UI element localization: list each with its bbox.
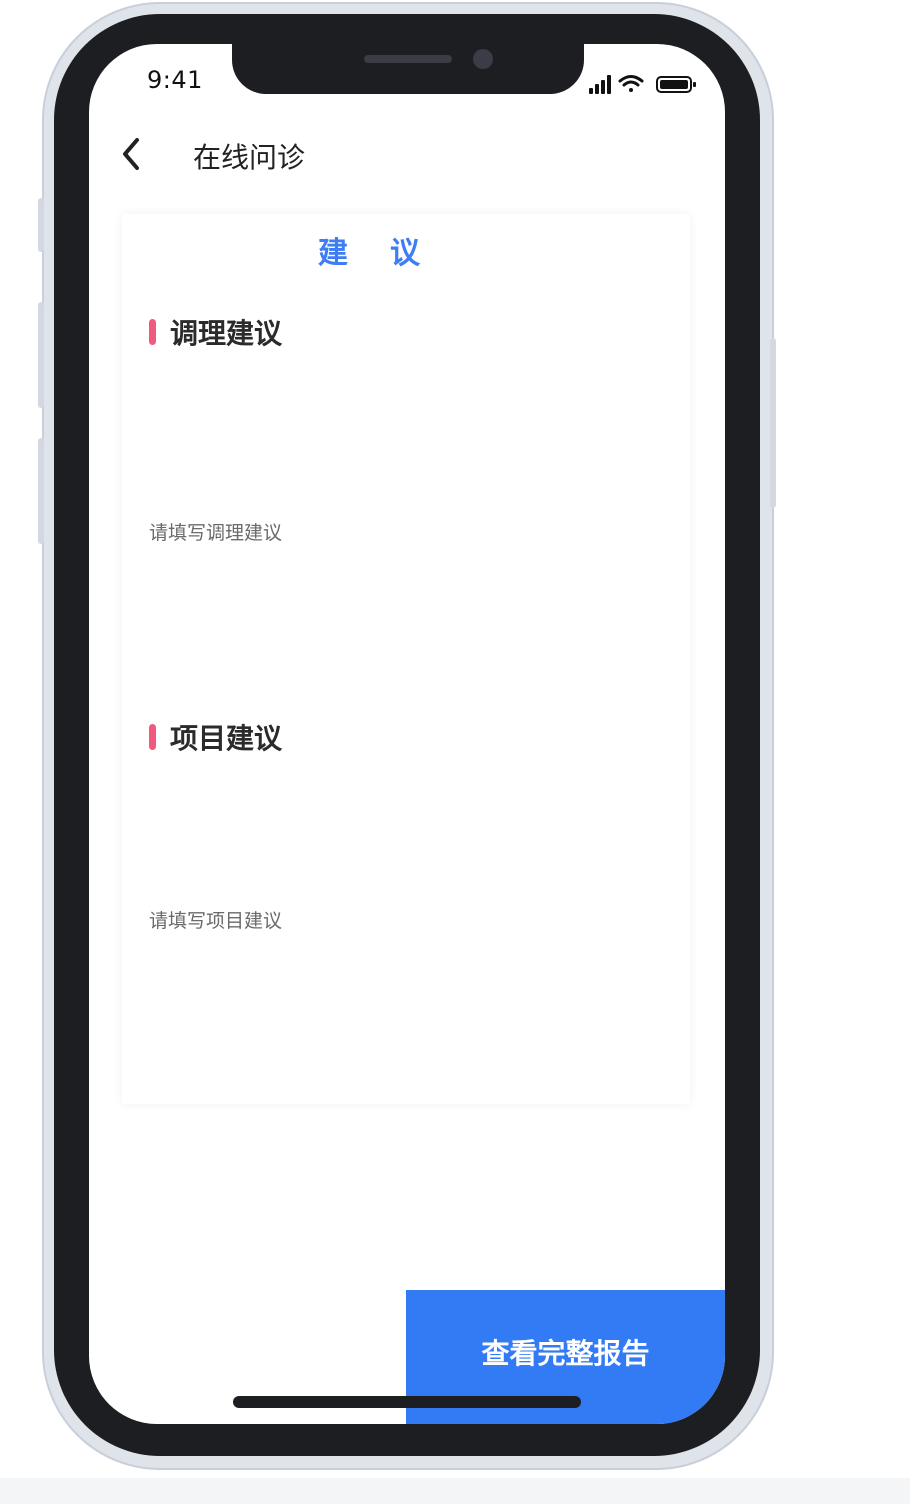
front-camera: [473, 49, 493, 69]
project-advice-input[interactable]: [149, 901, 669, 941]
wifi-icon: [618, 75, 644, 92]
speaker-grille: [364, 55, 452, 63]
cellular-signal-icon: [589, 75, 611, 94]
phone-screen: 9:41 在线问诊 建议 调理建议 项目建议 查看完整报告: [89, 44, 725, 1424]
section-title-conditioning: 调理建议: [170, 317, 283, 350]
home-indicator: [233, 1396, 581, 1408]
page-title: 在线问诊: [193, 141, 306, 174]
battery-icon: [656, 76, 696, 93]
page-background-strip: [0, 1478, 910, 1504]
status-icons: [589, 75, 696, 94]
card-heading: 建议: [318, 236, 462, 271]
status-time: 9:41: [147, 66, 203, 94]
conditioning-advice-input[interactable]: [149, 513, 669, 553]
volume-down-button: [38, 438, 44, 544]
notch: [232, 44, 584, 94]
silent-switch: [38, 198, 44, 252]
power-button: [770, 338, 776, 508]
volume-up-button: [38, 302, 44, 408]
section-marker: [149, 724, 156, 750]
section-marker: [149, 319, 156, 345]
back-button[interactable]: [117, 134, 147, 174]
chevron-left-icon: [123, 138, 139, 170]
section-title-project: 项目建议: [170, 722, 283, 755]
